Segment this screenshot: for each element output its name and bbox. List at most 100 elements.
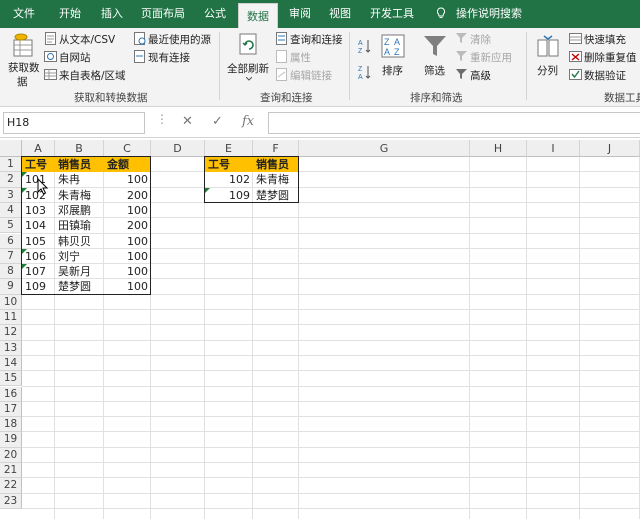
properties-icon — [276, 50, 287, 63]
gridline — [22, 400, 640, 402]
name-box[interactable]: H18 — [3, 112, 145, 134]
get-data-button[interactable]: 获取数 据 — [4, 30, 44, 88]
sort-descending-icon[interactable]: Z A — [358, 64, 372, 80]
row-header-23[interactable]: 23 — [0, 493, 22, 509]
tab-review[interactable]: 审阅 — [282, 0, 318, 28]
ribbon-data: 获取数 据 从文本/CSV 自网站 来自表格/区域 最近使用的源 现有连接 获取… — [0, 28, 640, 107]
row-header-1[interactable]: 1 — [0, 157, 22, 173]
tab-formulas[interactable]: 公式 — [195, 0, 235, 28]
row-header-13[interactable]: 13 — [0, 340, 22, 356]
from-table-button[interactable]: 来自表格/区域 — [44, 67, 132, 83]
row-header-12[interactable]: 12 — [0, 325, 22, 341]
row-header-15[interactable]: 15 — [0, 371, 22, 387]
gridline — [22, 416, 640, 418]
svg-text:Z: Z — [394, 47, 400, 57]
row-header-20[interactable]: 20 — [0, 447, 22, 463]
gridline — [22, 477, 640, 479]
column-header-g[interactable]: G — [299, 140, 470, 157]
tab-developer[interactable]: 开发工具 — [362, 0, 422, 28]
column-header-c[interactable]: C — [104, 140, 151, 157]
filter-button[interactable]: 筛选 — [418, 30, 452, 88]
from-web-label: 自网站 — [59, 52, 91, 64]
sort-button[interactable]: Z A A Z 排序 — [378, 30, 410, 88]
row-header-17[interactable]: 17 — [0, 401, 22, 418]
formula-input[interactable] — [268, 112, 640, 134]
sort-label: 排序 — [382, 65, 403, 77]
from-web-button[interactable]: 自网站 — [44, 49, 132, 65]
column-header-e[interactable]: E — [205, 140, 253, 157]
tab-home[interactable]: 开始 — [50, 0, 90, 28]
group-label-queries: 查询和连接 — [260, 92, 313, 104]
worksheet-grid[interactable]: A B C D E F G H I J 1 2 3 4 5 6 7 8 9 10 11 12 13 14 15 16 17 18 19 2… — [0, 140, 640, 519]
recent-sources-button[interactable]: 最近使用的源 — [133, 31, 213, 47]
row-header-16[interactable]: 16 — [0, 386, 22, 402]
gridline — [22, 385, 640, 387]
row-header-10[interactable]: 10 — [0, 294, 22, 310]
data-validation-label: 数据验证 — [584, 70, 626, 82]
column-header-b[interactable]: B — [55, 140, 104, 157]
row-header-4[interactable]: 4 — [0, 202, 22, 219]
reapply-button: 重新应用 — [455, 49, 525, 65]
split-label: 分列 — [537, 65, 558, 77]
text-file-icon — [45, 32, 56, 45]
flash-fill-icon — [569, 33, 582, 44]
column-header-j[interactable]: J — [580, 140, 640, 157]
refresh-all-label: 全部刷新 — [227, 63, 269, 75]
gridline — [252, 157, 253, 519]
refresh-all-button[interactable]: 全部刷新 — [224, 30, 274, 88]
text-to-columns-button[interactable]: 分列 — [531, 30, 565, 88]
gridline — [298, 157, 299, 519]
row-header-21[interactable]: 21 — [0, 463, 22, 479]
table-border — [204, 156, 299, 203]
column-header-a[interactable]: A — [22, 140, 55, 157]
row-header-2[interactable]: 2 — [0, 172, 22, 188]
group-separator — [219, 32, 220, 100]
row-header-7[interactable]: 7 — [0, 248, 22, 265]
tab-file[interactable]: 文件 — [4, 0, 44, 28]
tab-data[interactable]: 数据 — [238, 3, 278, 28]
row-header-22[interactable]: 22 — [0, 478, 22, 494]
column-header-i[interactable]: I — [527, 140, 580, 157]
queries-connections-button[interactable]: 查询和连接 — [275, 31, 359, 47]
gridline — [22, 324, 640, 326]
row-header-11[interactable]: 11 — [0, 310, 22, 326]
enter-icon[interactable]: ✓ — [212, 114, 223, 129]
tab-view[interactable]: 视图 — [322, 0, 358, 28]
row-header-3[interactable]: 3 — [0, 187, 22, 203]
row-header-18[interactable]: 18 — [0, 417, 22, 433]
from-text-button[interactable]: 从文本/CSV — [44, 31, 132, 47]
column-header-f[interactable]: F — [253, 140, 299, 157]
tab-insert[interactable]: 插入 — [92, 0, 132, 28]
select-all-corner[interactable] — [0, 140, 22, 157]
sort-ascending-icon[interactable]: A Z — [358, 38, 372, 54]
ribbon-tab-bar: 文件 开始 插入 页面布局 公式 数据 审阅 视图 开发工具 操作说明搜索 — [0, 0, 640, 28]
advanced-label: 高级 — [470, 70, 491, 82]
advanced-filter-button[interactable]: 高级 — [455, 67, 525, 83]
existing-connections-button[interactable]: 现有连接 — [133, 49, 213, 65]
row-header-14[interactable]: 14 — [0, 355, 22, 372]
data-validation-button[interactable]: 数据验证 — [569, 67, 640, 83]
flash-fill-label: 快速填充 — [584, 34, 626, 46]
flash-fill-button[interactable]: 快速填充 — [569, 31, 640, 47]
row-header-9[interactable]: 9 — [0, 279, 22, 295]
group-separator — [526, 32, 527, 100]
row-header-6[interactable]: 6 — [0, 233, 22, 249]
column-header-h[interactable]: H — [470, 140, 527, 157]
clear-label: 清除 — [470, 34, 491, 46]
edit-links-icon — [276, 68, 287, 81]
tell-me-search[interactable]: 操作说明搜索 — [456, 0, 522, 28]
tab-page-layout[interactable]: 页面布局 — [137, 0, 189, 28]
refresh-icon — [239, 33, 257, 55]
insert-function-icon[interactable]: fx — [242, 114, 254, 129]
column-header-d[interactable]: D — [151, 140, 205, 157]
svg-text:Z: Z — [358, 48, 363, 54]
table-border — [21, 156, 151, 295]
clear-button: 清除 — [455, 31, 525, 47]
group-label-get-transform: 获取和转换数据 — [74, 92, 148, 104]
remove-duplicates-label: 删除重复值 — [584, 52, 637, 64]
remove-duplicates-button[interactable]: 删除重复值 — [569, 49, 640, 65]
cancel-icon[interactable]: ✕ — [182, 114, 193, 129]
row-header-5[interactable]: 5 — [0, 218, 22, 234]
row-header-19[interactable]: 19 — [0, 432, 22, 448]
row-header-8[interactable]: 8 — [0, 264, 22, 280]
